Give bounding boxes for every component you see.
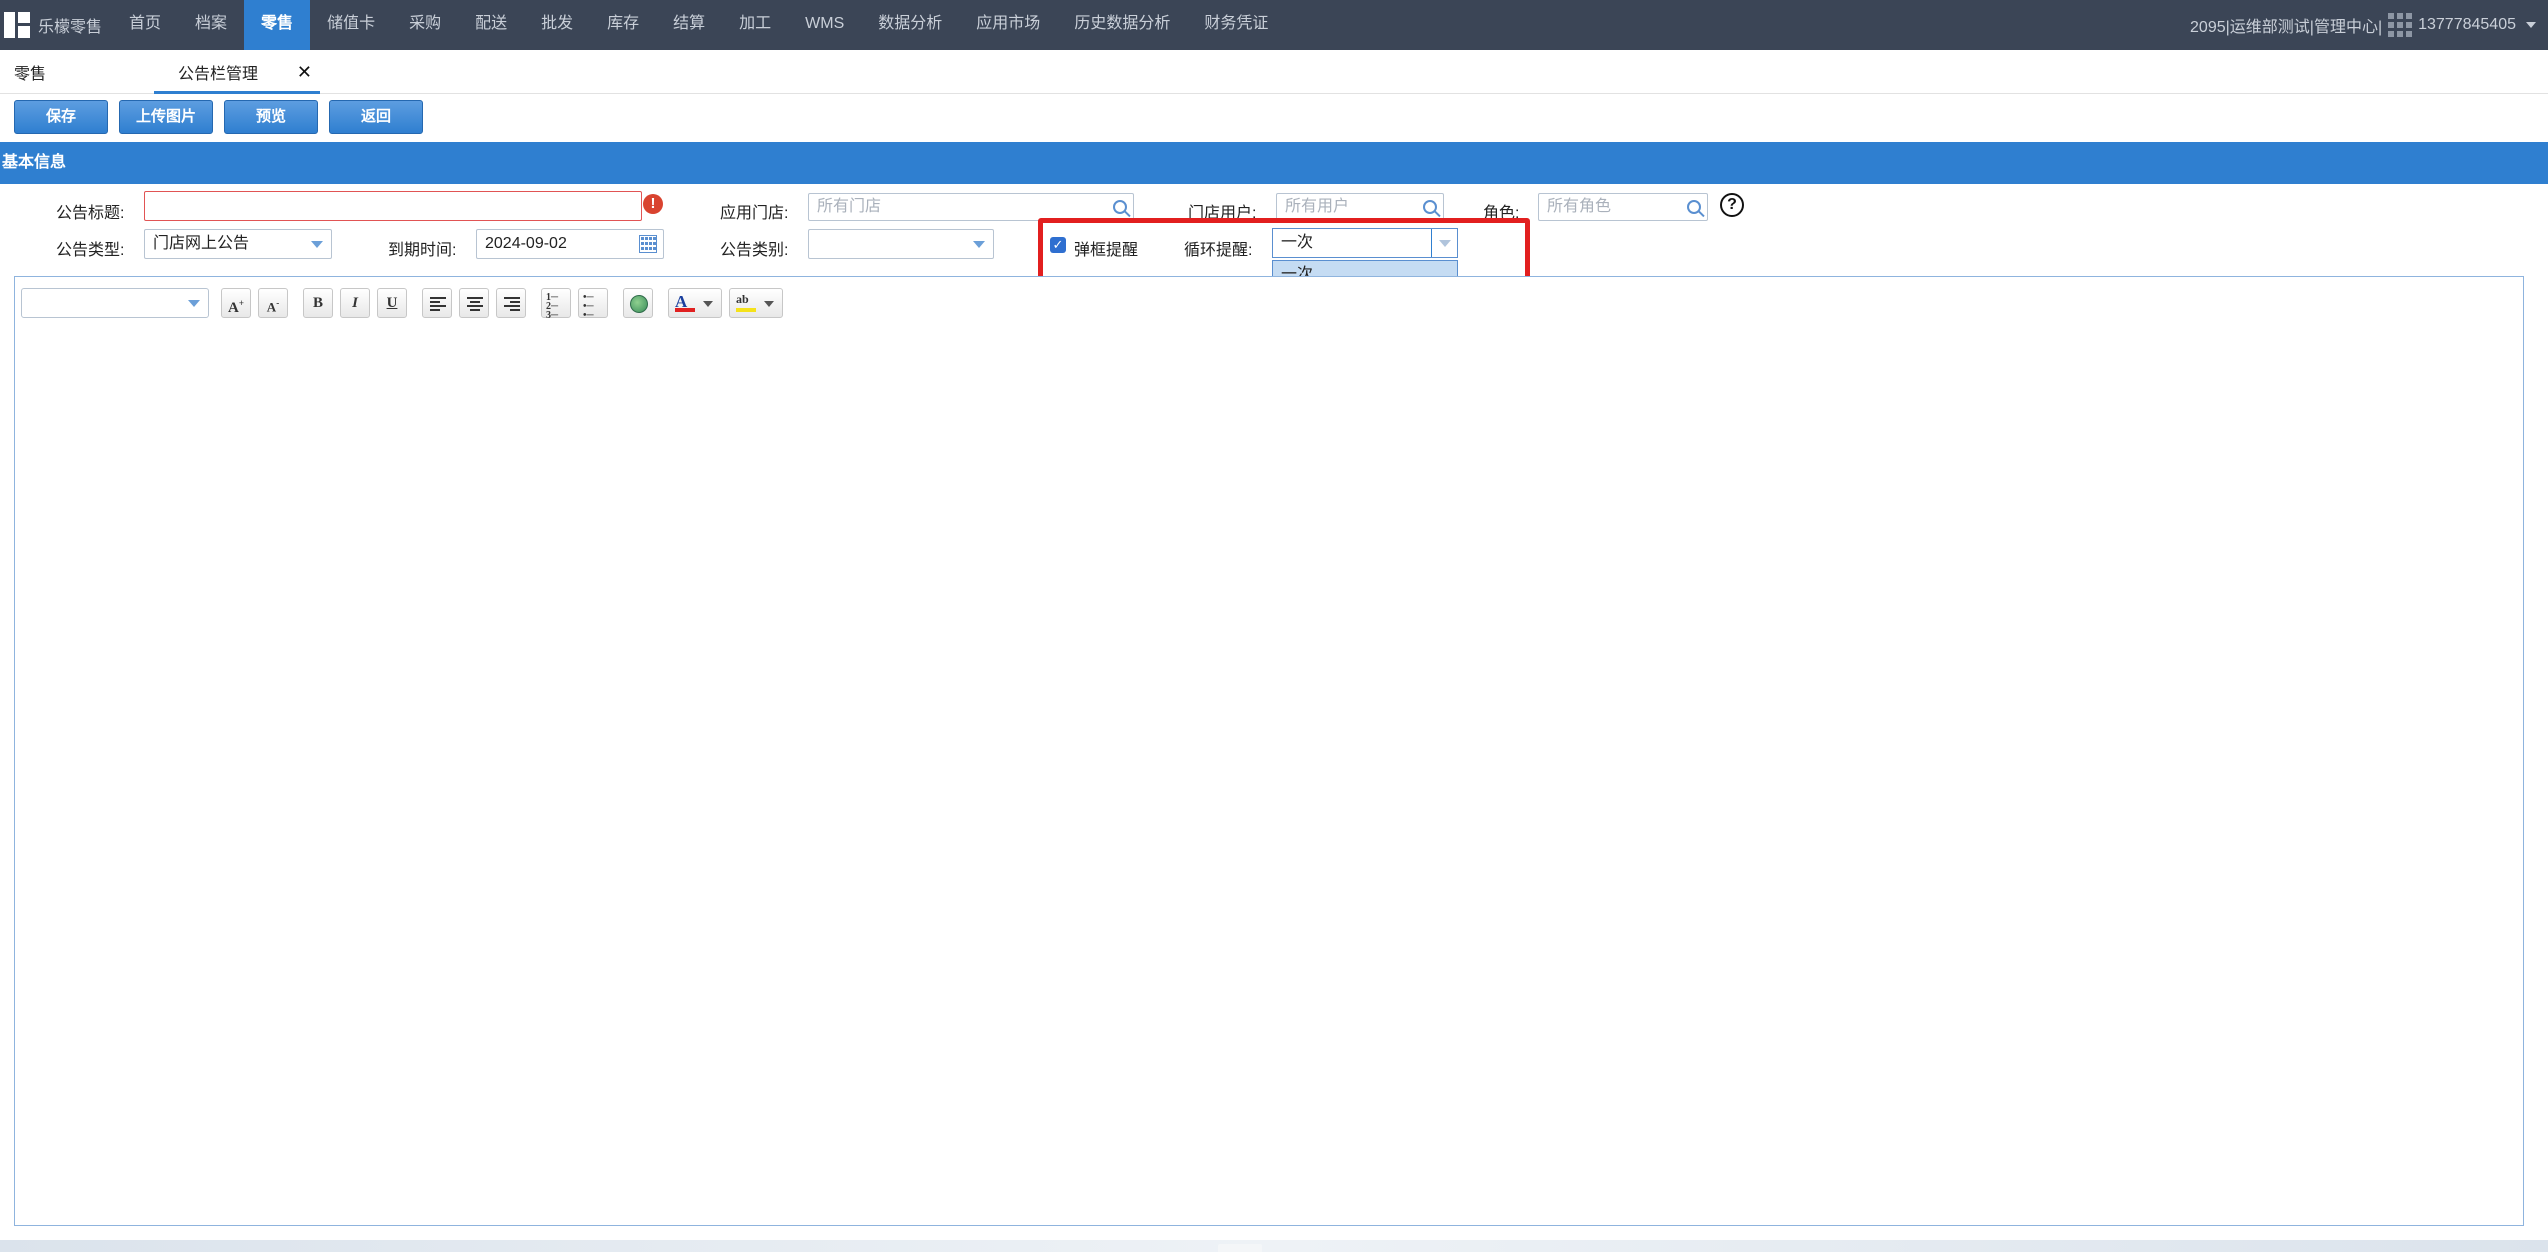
save-button[interactable]: 保存 bbox=[14, 100, 108, 134]
org-name: 2095|运维部测试|管理中心| bbox=[2190, 19, 2383, 36]
calendar-icon[interactable] bbox=[639, 235, 657, 253]
user-phone[interactable]: 13777845405 bbox=[2418, 16, 2516, 34]
user-menu-chevron-down-icon[interactable] bbox=[2526, 22, 2536, 28]
expire-label: 到期时间: bbox=[388, 242, 457, 259]
italic-icon[interactable]: I bbox=[340, 288, 370, 318]
role-input[interactable]: 所有角色 bbox=[1538, 193, 1708, 221]
category-label: 公告类别: bbox=[720, 242, 789, 259]
nav-item-settlement[interactable]: 结算 bbox=[656, 0, 722, 50]
tab-retail[interactable]: 零售 bbox=[14, 60, 46, 84]
section-basic-info: 基本信息 bbox=[0, 142, 2548, 184]
type-label: 公告类型: bbox=[56, 242, 125, 259]
nav-item-archive[interactable]: 档案 bbox=[178, 0, 244, 50]
rich-text-editor[interactable]: A+ A- B I U 1─ 2─ 3─ •─ •─ •─ A ab bbox=[14, 276, 2524, 1226]
back-button[interactable]: 返回 bbox=[329, 100, 423, 134]
editor-toolbar: A+ A- B I U 1─ 2─ 3─ •─ •─ •─ A ab bbox=[21, 287, 790, 321]
font-family-select[interactable] bbox=[21, 288, 209, 318]
chevron-down-icon[interactable] bbox=[973, 241, 985, 248]
nav-item-data-analysis[interactable]: 数据分析 bbox=[861, 0, 959, 50]
store-placeholder: 所有门店 bbox=[817, 198, 882, 215]
nav-item-app-market[interactable]: 应用市场 bbox=[959, 0, 1057, 50]
category-select[interactable] bbox=[808, 229, 994, 259]
role-placeholder: 所有角色 bbox=[1547, 198, 1612, 215]
align-right-icon[interactable] bbox=[496, 288, 526, 318]
help-icon[interactable]: ? bbox=[1720, 193, 1744, 217]
nav-item-inventory[interactable]: 库存 bbox=[590, 0, 656, 50]
nav-item-finance-voucher[interactable]: 财务凭证 bbox=[1187, 0, 1285, 50]
decrease-font-icon[interactable]: A- bbox=[258, 288, 288, 318]
increase-font-icon[interactable]: A+ bbox=[221, 288, 251, 318]
ordered-list-icon[interactable]: 1─ 2─ 3─ bbox=[541, 288, 571, 321]
nav-item-stored-value-card[interactable]: 储值卡 bbox=[310, 0, 392, 50]
unordered-list-icon[interactable]: •─ •─ •─ bbox=[578, 288, 608, 321]
chevron-down-icon[interactable] bbox=[188, 300, 200, 307]
type-value: 门店网上公告 bbox=[153, 235, 250, 252]
expire-date-value: 2024-09-02 bbox=[485, 235, 567, 252]
upload-image-button[interactable]: 上传图片 bbox=[119, 100, 213, 134]
bold-icon[interactable]: B bbox=[303, 288, 333, 318]
search-icon[interactable] bbox=[1687, 200, 1701, 214]
expire-date-input[interactable]: 2024-09-02 bbox=[476, 229, 664, 259]
chevron-down-icon[interactable] bbox=[311, 241, 323, 248]
store-label: 应用门店: bbox=[720, 205, 789, 222]
error-icon: ! bbox=[643, 194, 663, 214]
highlight-color-icon[interactable]: ab bbox=[729, 288, 783, 318]
nav-item-wms[interactable]: WMS bbox=[788, 0, 861, 50]
brand-name: 乐檬零售 bbox=[38, 19, 103, 36]
preview-button[interactable]: 预览 bbox=[224, 100, 318, 134]
title-input[interactable] bbox=[144, 191, 642, 221]
top-nav: 乐檬零售 首页 档案 零售 储值卡 采购 配送 批发 库存 结算 加工 WMS … bbox=[0, 0, 2548, 50]
action-toolbar: 保存 上传图片 预览 返回 bbox=[14, 100, 434, 134]
close-icon[interactable]: ✕ bbox=[297, 62, 312, 83]
nav-item-purchase[interactable]: 采购 bbox=[392, 0, 458, 50]
insert-image-icon[interactable] bbox=[623, 288, 653, 318]
store-user-placeholder: 所有用户 bbox=[1285, 198, 1350, 215]
align-left-icon[interactable] bbox=[422, 288, 452, 318]
user-info: 2095|运维部测试|管理中心| 13777845405 bbox=[2190, 0, 2548, 50]
tab-label: 公告栏管理 bbox=[178, 66, 259, 83]
nav-item-home[interactable]: 首页 bbox=[112, 0, 178, 50]
align-center-icon[interactable] bbox=[459, 288, 489, 318]
underline-icon[interactable]: U bbox=[377, 288, 407, 318]
nav-item-wholesale[interactable]: 批发 bbox=[524, 0, 590, 50]
nav-item-distribution[interactable]: 配送 bbox=[458, 0, 524, 50]
store-user-input[interactable]: 所有用户 bbox=[1276, 193, 1444, 221]
search-icon[interactable] bbox=[1113, 200, 1127, 214]
nav-item-history-analysis[interactable]: 历史数据分析 bbox=[1057, 0, 1187, 50]
type-select[interactable]: 门店网上公告 bbox=[144, 229, 332, 259]
collapse-handle[interactable] bbox=[1218, 1244, 1262, 1252]
apps-grid-icon[interactable] bbox=[2388, 13, 2413, 37]
search-icon[interactable] bbox=[1423, 200, 1437, 214]
title-label: 公告标题: bbox=[56, 205, 125, 222]
nav-item-processing[interactable]: 加工 bbox=[722, 0, 788, 50]
font-color-icon[interactable]: A bbox=[668, 288, 722, 318]
app-logo-icon bbox=[4, 12, 30, 38]
store-input[interactable]: 所有门店 bbox=[808, 193, 1134, 221]
bottom-status-bar bbox=[0, 1240, 2548, 1252]
tab-announcement-management[interactable]: 公告栏管理 ✕ bbox=[154, 50, 320, 94]
tab-bar: 零售 公告栏管理 ✕ bbox=[0, 50, 2548, 94]
nav-item-retail[interactable]: 零售 bbox=[244, 0, 311, 50]
